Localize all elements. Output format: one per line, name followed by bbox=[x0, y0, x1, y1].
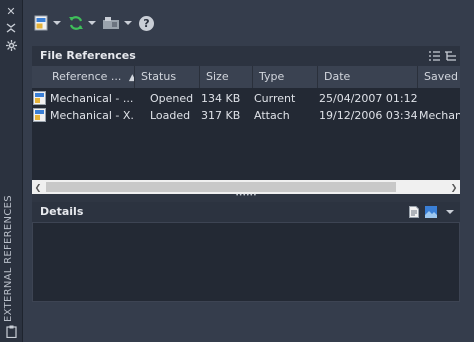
refresh-icon bbox=[69, 16, 83, 30]
help-icon: ? bbox=[139, 15, 154, 31]
drawing-file-icon bbox=[33, 91, 46, 105]
cell-date: 25/04/2007 01:12:03 bbox=[319, 92, 417, 105]
drawing-file-icon bbox=[33, 108, 46, 122]
panel-splitter[interactable]: •••••• bbox=[32, 192, 460, 202]
chevron-down-icon[interactable] bbox=[53, 21, 61, 25]
cell-size: 317 KB bbox=[201, 109, 241, 122]
details-panel bbox=[32, 222, 460, 302]
chevron-down-icon[interactable] bbox=[88, 21, 96, 25]
column-header-type[interactable]: Type bbox=[253, 66, 318, 88]
attach-dwg-button[interactable] bbox=[34, 13, 61, 33]
file-references-table: Reference ... ▲ Status Size Type Date Sa… bbox=[32, 66, 460, 196]
chevron-down-icon[interactable] bbox=[124, 21, 132, 25]
attach-icon bbox=[34, 15, 48, 31]
settings-icon[interactable] bbox=[4, 38, 18, 52]
scrollbar-thumb[interactable] bbox=[46, 182, 396, 192]
details-header: Details bbox=[32, 202, 460, 222]
cell-status: Opened bbox=[150, 92, 194, 105]
details-view-icon[interactable] bbox=[408, 205, 420, 219]
close-icon[interactable]: ✕ bbox=[4, 4, 18, 18]
cell-date: 19/12/2006 03:34:59 bbox=[319, 109, 417, 122]
preview-icon[interactable] bbox=[424, 205, 438, 219]
cell-size: 134 KB bbox=[201, 92, 241, 105]
splitter-grip: •••••• bbox=[235, 192, 257, 199]
cell-type: Current bbox=[254, 92, 296, 105]
file-references-title: File References bbox=[40, 49, 136, 62]
table-row[interactable]: Mechanical - ... Opened 134 KB Current 2… bbox=[32, 90, 460, 107]
dropdown-caret-icon[interactable] bbox=[444, 205, 456, 219]
column-header-reference-name[interactable]: Reference ... ▲ bbox=[32, 66, 135, 88]
palette-vertical-title: EXTERNAL REFERENCES bbox=[3, 195, 14, 322]
column-header-size[interactable]: Size bbox=[200, 66, 253, 88]
refresh-button[interactable] bbox=[68, 13, 96, 33]
palette-side-strip: ✕ EXTERNAL REFERENCES bbox=[0, 0, 23, 342]
cell-saved-path: Mechani bbox=[419, 109, 460, 122]
change-path-icon bbox=[103, 17, 119, 29]
column-header-date[interactable]: Date bbox=[318, 66, 418, 88]
table-row[interactable]: Mechanical - X... Loaded 317 KB Attach 1… bbox=[32, 107, 460, 124]
tree-view-icon[interactable] bbox=[444, 50, 456, 62]
change-path-button[interactable] bbox=[102, 13, 132, 33]
cell-reference-name: Mechanical - X... bbox=[50, 109, 134, 122]
list-view-icon[interactable] bbox=[428, 50, 440, 62]
cell-reference-name: Mechanical - ... bbox=[50, 92, 134, 105]
cell-saved-path bbox=[419, 90, 460, 107]
cell-type: Attach bbox=[254, 109, 290, 122]
column-header-status[interactable]: Status bbox=[135, 66, 200, 88]
details-title: Details bbox=[40, 205, 84, 218]
file-references-header: File References bbox=[32, 46, 460, 66]
help-button[interactable]: ? bbox=[139, 13, 154, 33]
cell-status: Loaded bbox=[150, 109, 191, 122]
auto-hide-icon[interactable] bbox=[4, 21, 18, 35]
clipboard-icon bbox=[4, 324, 18, 338]
column-header-saved-path[interactable]: Saved P bbox=[418, 66, 460, 88]
